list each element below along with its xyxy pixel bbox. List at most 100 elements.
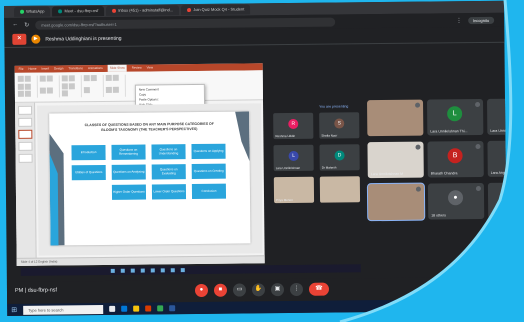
raise-hand-button[interactable]: ✋ <box>251 283 266 297</box>
presented-taskbar <box>20 264 361 276</box>
mic-muted-icon <box>475 144 481 150</box>
side-participant-tile[interactable]: L Lara Unnikrishnan <box>273 144 314 172</box>
extensions-icon[interactable]: ⋮ <box>456 17 462 24</box>
profile-chip[interactable]: Incognito <box>467 16 495 24</box>
side-participant-tile[interactable]: S Shafia Noor <box>319 112 360 139</box>
edge-icon[interactable] <box>121 305 128 312</box>
word-icon[interactable] <box>169 305 176 312</box>
laptop-screen: WhatsApp Meet - dsu-fbrp-nsf Inbox (451) -… <box>4 0 508 316</box>
mic-off-button[interactable]: ● <box>194 283 209 298</box>
ribbon-tab[interactable]: Transitions <box>68 65 83 72</box>
slide[interactable]: CLASSES OF QUESTIONS BASED ON ANY MAIN P… <box>49 111 251 246</box>
ribbon-group[interactable] <box>17 75 38 98</box>
mic-muted-icon <box>415 186 421 192</box>
slide-topic-box: Questions on Evaluating <box>151 164 186 180</box>
ribbon-group[interactable] <box>83 74 104 98</box>
ribbon-tab[interactable]: File <box>19 66 24 73</box>
browser-actions: ⋮ Incognito <box>456 16 504 24</box>
side-participant-tile[interactable]: Priya Menon <box>273 176 315 204</box>
ribbon-tab[interactable]: Slide Show <box>107 64 127 72</box>
ribbon-tab[interactable]: View <box>147 64 154 71</box>
taskbar-search[interactable]: Type here to search <box>23 304 104 315</box>
stop-presenting-button[interactable]: ✕ <box>12 33 27 45</box>
slide-thumbnails <box>15 102 37 266</box>
more-options-button[interactable]: ⋮ <box>289 282 304 297</box>
participant-name: 18 others <box>431 213 446 218</box>
browser-tab-label: Meet - dsu-fbrp-nsf <box>64 8 99 14</box>
slide-topic-box: Questions on Creating <box>191 163 226 180</box>
slide-thumb[interactable] <box>18 153 33 163</box>
mic-muted-icon <box>415 144 421 150</box>
ribbon-group[interactable] <box>105 74 126 97</box>
slide-topic-box: Questions on Remembering <box>111 144 146 160</box>
reload-icon[interactable]: ↻ <box>24 21 29 28</box>
participant-tile[interactable] <box>367 183 425 221</box>
powerpoint-icon[interactable] <box>145 305 152 312</box>
participant-tile[interactable]: Lara Unnikrishnan M <box>367 141 424 179</box>
avatar: D <box>334 150 345 161</box>
slide-thumb-current[interactable] <box>17 129 32 139</box>
ribbon-tab[interactable]: Design <box>54 65 63 72</box>
photo-frame: WhatsApp Meet - dsu-fbrp-nsf Inbox (451) -… <box>0 0 524 322</box>
slide-topic-box: Introduction <box>71 144 106 161</box>
back-icon[interactable]: ← <box>12 22 18 28</box>
browser-tab[interactable]: Inbox (451) - adminstaff@ind... <box>106 5 180 16</box>
meeting-controls: ● ■ ▭ ✋ ▣ ⋮ ☎ <box>194 282 330 298</box>
browser-tab-label: Inbox (451) - adminstaff@ind... <box>118 7 174 13</box>
others-avatar-stack: ● <box>447 190 464 206</box>
meeting-info: PM | dsu-fbrp-nsf <box>14 287 58 294</box>
participant-name: Lara Angel Mary <box>490 170 508 175</box>
camera-off-button[interactable]: ■ <box>213 283 228 297</box>
slide-thumb[interactable] <box>17 117 32 127</box>
meeting-details-icon[interactable]: ⓘ <box>447 283 454 293</box>
participant-tile[interactable]: You <box>487 182 508 219</box>
side-participant-tile[interactable] <box>319 176 361 203</box>
slide-thumb[interactable] <box>17 105 32 115</box>
windows-start-icon[interactable]: ⊞ <box>11 306 17 314</box>
participant-tile[interactable] <box>367 99 424 137</box>
side-participant-tile[interactable]: D Dr Mahesh <box>319 144 360 171</box>
tab-favicon-icon <box>112 8 117 13</box>
slide-thumb[interactable] <box>17 141 33 151</box>
browser-tab-label: Join Quiz Mock Q4 - Student <box>193 6 245 13</box>
avatar: L <box>447 106 463 122</box>
browser-tab[interactable]: Meet - dsu-fbrp-nsf <box>52 5 105 17</box>
slide-topic-box: Utilities of Questions <box>71 164 106 181</box>
participant-name: Lara Unnikrishnan Thi... <box>430 129 468 134</box>
tab-favicon-icon <box>58 9 63 14</box>
end-call-button[interactable]: ☎ <box>308 282 330 296</box>
task-view-icon[interactable] <box>109 305 116 312</box>
slide-topic-box: Lower Order Questions <box>151 184 187 200</box>
participant-tile[interactable]: ● 18 others <box>427 182 485 220</box>
ribbon-tab[interactable]: Insert <box>41 66 49 73</box>
participant-tile[interactable]: L Lara Unnikrishnan Thi... <box>427 98 484 136</box>
ribbon-tab[interactable]: Animations <box>88 65 103 72</box>
participant-tile[interactable]: B Bharath Chandra <box>427 140 484 178</box>
chrome-icon[interactable] <box>157 305 164 312</box>
url-field[interactable]: meet.google.com/dsu-fbrp-nsf?authuser=1 <box>35 17 336 30</box>
participant-tile[interactable]: ●Lara Unnikrishnan <box>486 98 508 135</box>
present-now-button[interactable]: ▣ <box>270 283 285 297</box>
presenting-text: Reshma Uddinghiani is presenting <box>45 35 122 43</box>
file-explorer-icon[interactable] <box>133 305 140 312</box>
ribbon-tab[interactable]: Review <box>132 65 142 72</box>
slide-topic-box: Conclusion <box>191 183 227 200</box>
browser-tab-label: WhatsApp <box>26 8 45 14</box>
slide-topic-box: Questions on Applying <box>191 143 226 160</box>
ribbon-group[interactable] <box>61 75 82 98</box>
participant-name: Lara Unnikrishnan M <box>370 171 404 177</box>
present-icon: ▶ <box>31 34 41 44</box>
ribbon-tab[interactable]: Home <box>28 66 36 73</box>
participant-name: Bharath Chandra <box>430 171 458 176</box>
participant-name: Priya Menon <box>276 197 293 203</box>
participant-tile[interactable]: ●Lara Angel Mary <box>487 140 508 177</box>
side-participant-tile[interactable]: R Reshma Uddin <box>273 112 314 140</box>
ribbon-group[interactable] <box>39 75 60 98</box>
browser-tab[interactable]: WhatsApp <box>14 6 51 17</box>
participant-name: Lara Unnikrishnan <box>490 128 508 133</box>
mic-muted-icon <box>475 102 481 108</box>
browser-tab[interactable]: Join Quiz Mock Q4 - Student <box>181 4 251 16</box>
captions-button[interactable]: ▭ <box>232 283 247 297</box>
avatar: B <box>447 148 463 164</box>
presenter-side-panel: You are presenting R Reshma Uddin S Shafia … <box>267 102 364 243</box>
